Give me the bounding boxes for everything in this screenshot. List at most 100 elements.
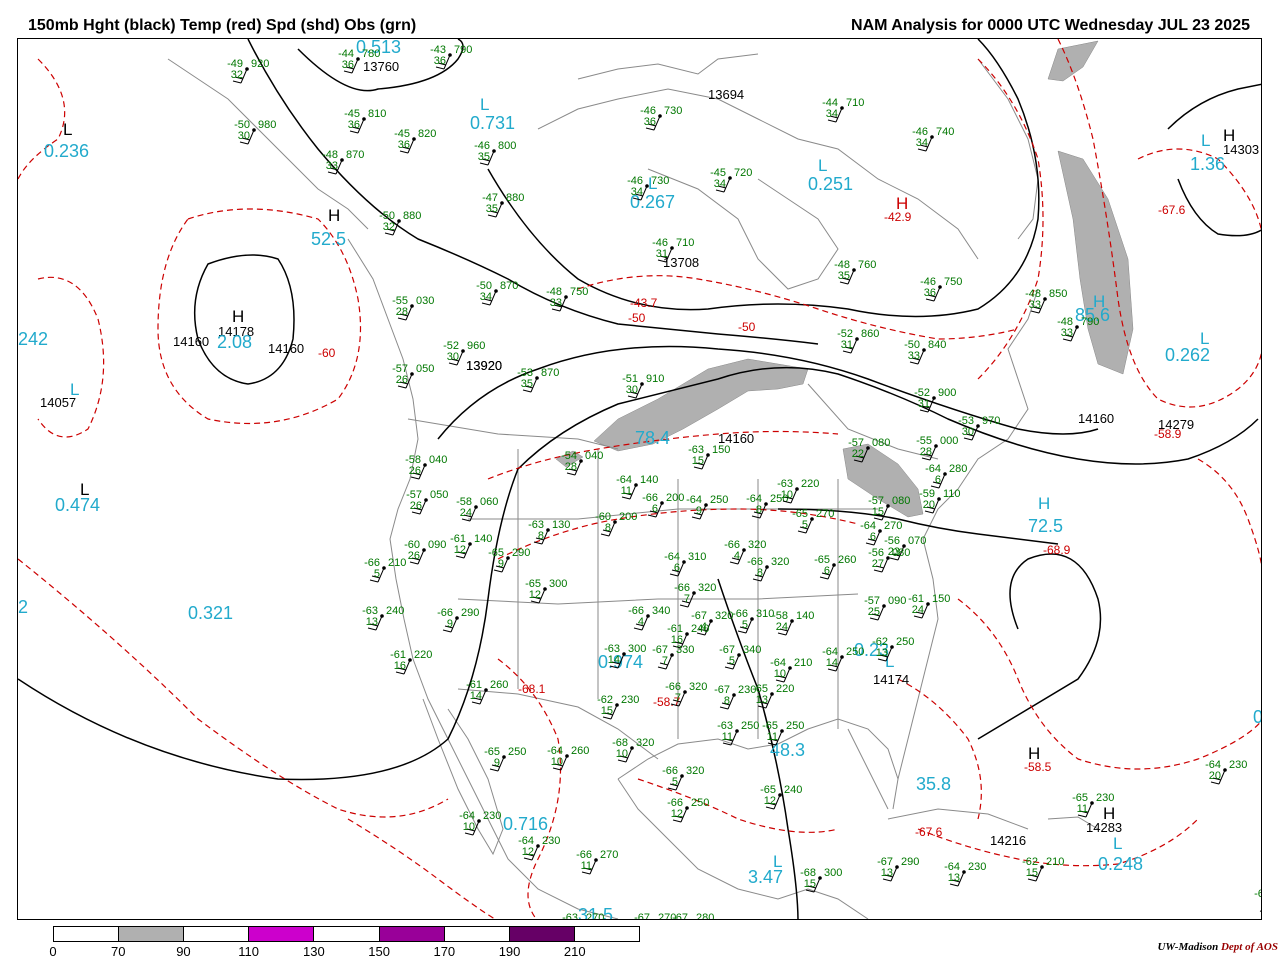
station-height: 130	[552, 519, 570, 531]
height-contour-14160-closed	[193, 254, 295, 385]
weather-map: 13760 13694 14303 13708 14160 14178 14160 14057…	[17, 38, 1262, 920]
florida	[847, 728, 889, 810]
speed-label: 0.716	[503, 814, 548, 834]
station-height: 820	[418, 128, 436, 140]
station-dewpoint: 33	[908, 350, 920, 362]
station-dewpoint: 11	[767, 731, 778, 743]
height-contour-south	[977, 553, 1102, 740]
station-dewpoint: 33	[1061, 327, 1073, 339]
station-plot: -66 27011	[576, 849, 618, 875]
height-label: 13920	[466, 358, 502, 373]
station-plot: -58 14024	[772, 610, 814, 636]
colorbar-segment	[574, 927, 639, 941]
station-dewpoint: 8	[724, 695, 730, 707]
colorbar-label: 0	[49, 944, 57, 959]
station-dewpoint: 12	[764, 795, 776, 807]
station-plot: -64 23020	[1205, 759, 1247, 785]
station-height: 320	[686, 765, 704, 777]
station-plot: -61 15024	[908, 593, 950, 619]
height-contour-13920	[247, 39, 819, 345]
station-dewpoint: 6	[652, 503, 658, 515]
temperature-label: -67.6	[1158, 203, 1186, 217]
station-height: 210	[794, 657, 812, 669]
colorbar-label: 130	[303, 944, 325, 959]
low-pressure-marker: L	[63, 120, 72, 139]
station-height: 280	[949, 463, 967, 475]
station-height: 250	[508, 746, 526, 758]
station-dewpoint: 16	[394, 660, 406, 672]
station-dewpoint: 5	[729, 655, 735, 667]
station-observations: -49 92032-44 78036-43 79036-45 81036-50 98030…	[227, 44, 1261, 920]
station-height: 060	[480, 496, 498, 508]
height-label: 14216	[990, 833, 1026, 848]
station-dewpoint: 35	[478, 151, 490, 163]
station-dewpoint: 25	[868, 606, 880, 618]
high-pressure-marker: H	[1038, 494, 1050, 513]
station-dewpoint: 30	[447, 351, 459, 363]
station-height: 250	[896, 636, 914, 648]
colorbar-segment	[379, 927, 445, 941]
speed-label: 1.36	[1190, 154, 1225, 174]
station-plot: -65 22013	[752, 683, 794, 709]
station-height: 750	[570, 286, 588, 298]
chart-title: 150mb Hght (black) Temp (red) Spd (shd) …	[28, 17, 417, 34]
station-dewpoint: 20	[923, 499, 935, 511]
speed-label: 0.321	[188, 603, 233, 623]
low-pressure-marker: L	[480, 95, 489, 114]
station-dewpoint: 11	[621, 485, 632, 497]
station-height: 900	[938, 387, 956, 399]
station-height: 200	[666, 492, 684, 504]
station-dewpoint: 4	[734, 550, 740, 562]
height-label: 14174	[873, 672, 909, 687]
station-height: 240	[691, 623, 709, 635]
station-dewpoint: 30	[962, 426, 974, 438]
station-dewpoint: 33	[326, 160, 338, 172]
station-plot: -63 22010	[777, 478, 819, 504]
station-dewpoint: 20	[1209, 770, 1221, 782]
station-plot: -66 3105	[732, 608, 774, 634]
speed-label: 0.248	[1098, 854, 1143, 874]
high-pressure-marker: H	[1223, 126, 1235, 145]
station-dewpoint: 34	[826, 108, 838, 120]
station-plot: -44 71034	[822, 97, 864, 123]
station-plot: -46 73036	[640, 105, 682, 131]
station-dewpoint: 28	[565, 461, 577, 473]
wind-barb	[1259, 910, 1261, 912]
low-pressure-marker: L	[70, 380, 79, 399]
colorbar-label: 170	[433, 944, 456, 959]
station-dewpoint: 11	[1077, 803, 1088, 815]
station-height: 920	[251, 58, 269, 70]
temperature-label: -68.9	[1043, 543, 1071, 557]
station-plot: -60 09026	[404, 539, 446, 565]
station-plot: -65 30012	[525, 578, 567, 604]
station-height: 140	[474, 533, 492, 545]
station-dewpoint: 13	[948, 872, 960, 884]
station-height: 270	[586, 912, 604, 920]
station-dewpoint: 33	[1029, 299, 1041, 311]
station-height: 980	[258, 119, 276, 131]
station-plot: -62 21015	[1022, 856, 1064, 882]
station-dewpoint: 10	[781, 489, 793, 501]
station-dewpoint: 12	[671, 808, 683, 820]
station-height: 790	[454, 44, 472, 56]
station-dewpoint: 26	[408, 550, 420, 562]
station-height: 300	[824, 867, 842, 879]
station-height: 040	[585, 450, 603, 462]
station-height: 880	[403, 210, 421, 222]
station-temp: -67	[672, 912, 688, 920]
high-pressure-marker: H	[328, 206, 340, 225]
station-height: 240	[386, 605, 404, 617]
speed-label: 3.47	[748, 867, 783, 887]
station-plot: -46 80035	[474, 140, 516, 166]
station-dewpoint: 36	[644, 116, 656, 128]
colorbar-segment	[249, 927, 315, 941]
arctic-islands-2	[577, 53, 759, 80]
cuba	[887, 808, 1029, 830]
colorbar-segment	[444, 927, 510, 941]
station-dewpoint: 26	[396, 374, 408, 386]
east-coast	[897, 488, 959, 780]
speed-label: 0.474	[55, 495, 100, 515]
temperature-label: -50	[628, 311, 646, 325]
station-height: 090	[428, 539, 446, 551]
station-dewpoint: 34	[480, 291, 492, 303]
